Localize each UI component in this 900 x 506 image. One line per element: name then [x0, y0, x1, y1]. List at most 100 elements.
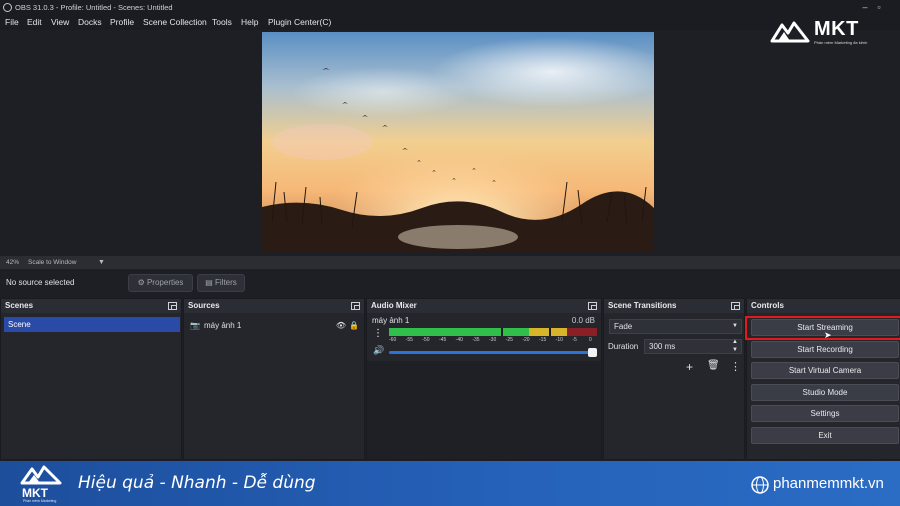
meter-tick-label: -5 — [572, 337, 577, 343]
trash-icon[interactable]: 🗑 — [707, 360, 720, 371]
meter-tick-label: -55 — [405, 337, 413, 343]
add-transition-icon[interactable]: + — [686, 360, 693, 374]
menu-tools[interactable]: Tools — [212, 15, 232, 30]
sources-dock: Sources 📷 máy ảnh 1 👁 🔒 — [183, 298, 365, 460]
sources-dock-header: Sources — [184, 299, 364, 313]
mkt-logo-top: MKT Phần mềm Marketing đa kênh — [770, 17, 880, 47]
audio-mixer-dock: Audio Mixer máy ảnh 1 0.0 dB ⋮ -60 -55 -50… — [366, 298, 602, 460]
meter-tick-label: -45 — [439, 337, 447, 343]
mkt-tagline: Phần mềm Marketing đa kênh — [814, 40, 868, 45]
mouse-cursor-icon: ➤ — [824, 330, 832, 340]
scale-mode[interactable]: Scale to Window — [28, 256, 76, 269]
settings-button[interactable]: Settings — [751, 405, 899, 422]
eye-visibility-icon[interactable]: 👁 — [336, 319, 346, 332]
mkt-brand-text: MKT — [814, 18, 859, 40]
duration-input[interactable]: 300 ms ▲ ▼ — [644, 339, 742, 354]
mixer-empty-area — [367, 361, 601, 459]
menu-scene-collection[interactable]: Scene Collection — [143, 15, 207, 30]
meter-tick-label: -20 — [522, 337, 530, 343]
meter-ticks: -60 -55 -50 -45 -40 -35 -30 -25 -20 -15 -10 -5 0 — [389, 337, 597, 345]
sources-title: Sources — [188, 301, 220, 310]
chevron-down-icon: ▼ — [732, 323, 738, 329]
audio-mixer-title: Audio Mixer — [371, 301, 417, 310]
mixer-level-db: 0.0 dB — [571, 316, 595, 325]
sunset-scene-image — [262, 32, 654, 252]
audio-mixer-header: Audio Mixer — [367, 299, 601, 313]
undock-icon[interactable] — [351, 302, 360, 310]
meter-red-zone — [567, 328, 597, 336]
mixer-menu-icon[interactable]: ⋮ — [373, 329, 383, 339]
filter-icon: ▤ — [205, 278, 213, 287]
gear-icon: ⚙ — [137, 278, 145, 287]
bottom-banner: MKT Phần mềm Marketing Hiệu quả - Nhanh … — [0, 461, 900, 506]
menu-view[interactable]: View — [51, 15, 69, 30]
more-options-icon[interactable]: ⋮ — [730, 360, 741, 373]
duration-value: 300 ms — [649, 342, 676, 351]
start-recording-button[interactable]: Start Recording — [751, 341, 899, 358]
meter-tick-label: -10 — [555, 337, 563, 343]
zoom-level: 42% — [6, 259, 20, 266]
menu-bar: File Edit View Docks Profile Scene Colle… — [0, 15, 900, 30]
website-link[interactable]: phanmemmkt.vn — [773, 475, 884, 492]
properties-button[interactable]: ⚙ Properties — [128, 274, 193, 292]
properties-label: Properties — [146, 278, 184, 287]
start-virtual-camera-button[interactable]: Start Virtual Camera — [751, 362, 899, 379]
window-title: OBS 31.0.3 - Profile: Untitled - Scenes:… — [15, 3, 173, 12]
menu-profile[interactable]: Profile — [110, 15, 134, 30]
mkt-banner-brand: MKT — [22, 486, 49, 500]
meter-tick-label: -60 — [389, 337, 397, 343]
menu-docks[interactable]: Docks — [78, 15, 102, 30]
controls-header: Controls — [747, 299, 900, 313]
meter-tick-label: -40 — [455, 337, 463, 343]
volume-slider-handle[interactable] — [588, 348, 597, 357]
undock-icon[interactable] — [588, 302, 597, 310]
undock-icon[interactable] — [731, 302, 740, 310]
speaker-icon[interactable]: 🔊 — [373, 345, 384, 356]
controls-title: Controls — [751, 301, 784, 310]
lock-icon[interactable]: 🔒 — [349, 319, 359, 332]
exit-button[interactable]: Exit — [751, 427, 899, 444]
meter-tick-label: -30 — [489, 337, 497, 343]
meter-tick-label: -35 — [472, 337, 480, 343]
meter-tick-label: 0 — [589, 337, 592, 343]
start-streaming-highlight — [745, 316, 900, 340]
filters-button[interactable]: ▤ Filters — [197, 274, 245, 292]
volume-slider[interactable] — [389, 348, 597, 357]
camera-icon: 📷 — [190, 321, 200, 330]
obs-app-icon — [3, 3, 12, 12]
volume-meter-bar — [389, 328, 597, 336]
scene-transitions-header: Scene Transitions — [604, 299, 744, 313]
scenes-dock: Scenes Scene — [0, 298, 182, 460]
meter-tick-label: -25 — [505, 337, 513, 343]
studio-mode-button[interactable]: Studio Mode — [751, 384, 899, 401]
source-list-item[interactable]: 📷 máy ảnh 1 👁 🔒 — [188, 319, 360, 332]
spin-arrows-icon[interactable]: ▲ ▼ — [732, 338, 738, 354]
undock-icon[interactable] — [168, 302, 177, 310]
maximize-icon[interactable]: ▫ — [872, 0, 886, 15]
source-toolbar: No source selected ⚙ Properties ▤ Filter… — [0, 270, 900, 296]
preview-canvas[interactable] — [262, 32, 654, 252]
banner-slogan: Hiệu quả - Nhanh - Dễ dùng — [78, 473, 316, 493]
source-name: máy ảnh 1 — [204, 321, 242, 330]
scene-list-item[interactable]: Scene — [4, 317, 180, 332]
mkt-banner-tagline: Phần mềm Marketing — [23, 499, 56, 503]
title-bar: OBS 31.0.3 - Profile: Untitled - Scenes:… — [0, 0, 900, 15]
menu-edit[interactable]: Edit — [27, 15, 42, 30]
minimize-icon[interactable]: – — [858, 0, 872, 15]
menu-file[interactable]: File — [5, 15, 19, 30]
menu-plugin-center[interactable]: Plugin Center(C) — [268, 15, 331, 30]
scene-transitions-title: Scene Transitions — [608, 301, 677, 310]
transition-selected: Fade — [614, 322, 633, 331]
scale-dropdown-icon[interactable]: ▼ — [98, 256, 105, 269]
menu-help[interactable]: Help — [241, 15, 258, 30]
meter-tick-label: -50 — [422, 337, 430, 343]
globe-icon — [751, 476, 769, 494]
meter-divider — [549, 328, 551, 336]
scene-transitions-dock: Scene Transitions Fade ▼ Duration 300 ms… — [603, 298, 745, 460]
mixer-channel-name: máy ảnh 1 — [372, 316, 410, 325]
mkt-mountain-icon — [770, 21, 810, 43]
filters-label: Filters — [215, 278, 237, 287]
scenes-title: Scenes — [5, 301, 34, 310]
mkt-banner-logo: MKT Phần mềm Marketing — [20, 465, 62, 503]
transition-select[interactable]: Fade ▼ — [609, 319, 742, 334]
